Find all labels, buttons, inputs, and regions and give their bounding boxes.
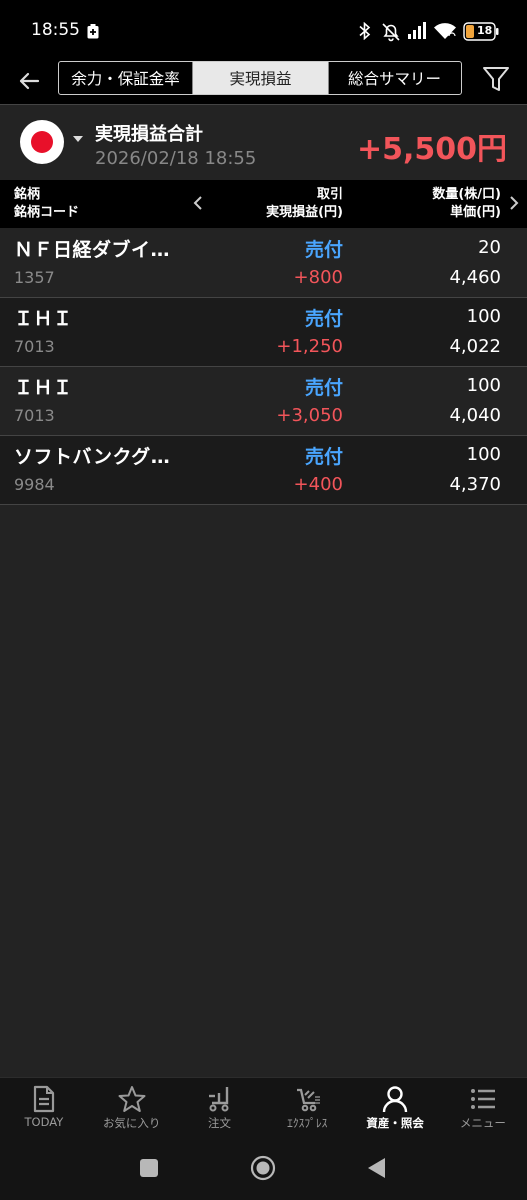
japan-flag-icon[interactable] xyxy=(20,120,64,164)
silent-icon xyxy=(382,23,400,42)
stock-code: 1357 xyxy=(14,268,55,287)
column-qty: 数量(株/口) xyxy=(432,187,501,202)
summary-title: 実現損益合計 xyxy=(95,124,203,145)
chevron-left-icon[interactable] xyxy=(193,196,203,210)
segmented-tabs: 余力・保証金率 実現損益 総合サマリー xyxy=(58,61,462,95)
nav-express[interactable]: ｴｸｽﾌﾟﾚｽ xyxy=(263,1078,351,1138)
tab-realized-pl[interactable]: 実現損益 xyxy=(192,62,328,94)
nav-order[interactable]: 注文 xyxy=(176,1078,264,1138)
wifi-icon xyxy=(434,23,456,39)
unit-price: 4,022 xyxy=(449,336,501,357)
unit-price: 4,460 xyxy=(449,267,501,288)
quantity: 20 xyxy=(478,237,501,258)
back-icon[interactable] xyxy=(364,1155,390,1181)
battery-saver-icon xyxy=(87,24,99,39)
bluetooth-icon xyxy=(359,22,371,40)
signal-icon xyxy=(408,22,426,39)
realized-pl: +400 xyxy=(293,474,343,495)
nav-label: 注文 xyxy=(207,1116,231,1130)
column-unit-price: 単価(円) xyxy=(450,205,501,220)
column-stock-label: 銘柄 銘柄コード xyxy=(14,186,79,222)
stock-name: ＮＦ日経ダブイ… xyxy=(14,239,171,261)
trade-type: 売付 xyxy=(304,446,343,468)
home-icon[interactable] xyxy=(250,1155,276,1181)
nav-menu[interactable]: メニュー xyxy=(439,1078,527,1138)
stock-code: 7013 xyxy=(14,337,55,356)
nav-assets[interactable]: 資産・照会 xyxy=(351,1078,439,1138)
stock-code: 7013 xyxy=(14,406,55,425)
system-nav-bar xyxy=(0,1137,527,1200)
summary-date: 2026/02/18 18:55 xyxy=(95,148,257,169)
nav-favorites[interactable]: お気に入り xyxy=(88,1078,176,1138)
quantity: 100 xyxy=(466,306,501,327)
chevron-down-icon[interactable] xyxy=(73,136,83,142)
quantity: 100 xyxy=(466,375,501,396)
realized-pl: +1,250 xyxy=(276,336,343,357)
unit-price: 4,040 xyxy=(449,405,501,426)
nav-label: メニュー xyxy=(459,1116,506,1130)
back-arrow-icon[interactable] xyxy=(14,66,44,96)
table-row[interactable]: ＩＨＩ 7013 売付 +1,250 100 4,022 xyxy=(0,298,527,366)
stock-name: ソフトバンクグ… xyxy=(14,446,171,468)
table-row[interactable]: ソフトバンクグ… 9984 売付 +400 100 4,370 xyxy=(0,436,527,504)
summary-total: +5,500円 xyxy=(356,132,507,167)
quantity: 100 xyxy=(466,444,501,465)
column-realized-pl: 実現損益(円) xyxy=(266,205,343,220)
status-bar: 18:55 18 xyxy=(0,0,527,60)
nav-label: お気に入り xyxy=(102,1116,161,1130)
status-time: 18:55 xyxy=(31,20,80,40)
trade-type: 売付 xyxy=(304,239,343,261)
app-header: 余力・保証金率 実現損益 総合サマリー xyxy=(0,60,527,104)
column-qty-label: 数量(株/口) 単価(円) xyxy=(432,186,501,222)
trade-type: 売付 xyxy=(304,377,343,399)
express-cart-icon xyxy=(297,1088,321,1112)
filter-icon[interactable] xyxy=(481,64,511,94)
stock-name: ＩＨＩ xyxy=(14,377,73,399)
tab-summary[interactable]: 総合サマリー xyxy=(328,62,460,94)
battery-level: 18 xyxy=(477,24,493,37)
today-icon xyxy=(33,1085,54,1113)
menu-icon xyxy=(470,1089,495,1109)
table-row[interactable]: ＮＦ日経ダブイ… 1357 売付 +800 20 4,460 xyxy=(0,229,527,297)
nav-label: TODAY xyxy=(24,1115,64,1129)
divider xyxy=(0,104,527,105)
chevron-right-icon[interactable] xyxy=(509,196,519,210)
trade-type: 売付 xyxy=(304,308,343,330)
tab-margin-rate[interactable]: 余力・保証金率 xyxy=(59,62,192,94)
column-trade: 取引 xyxy=(316,187,343,202)
bottom-nav: TODAY お気に入り 注文 ｴｸｽﾌﾟﾚｽ 資産・照会 メニュー xyxy=(0,1077,527,1137)
realized-pl-summary: 実現損益合計 2026/02/18 18:55 +5,500円 xyxy=(0,106,527,180)
column-stock-name: 銘柄 xyxy=(14,187,41,202)
recents-icon[interactable] xyxy=(136,1155,162,1181)
nav-label: 資産・照会 xyxy=(366,1116,424,1130)
person-icon xyxy=(382,1086,408,1113)
realized-pl: +800 xyxy=(293,267,343,288)
order-cart-icon xyxy=(209,1087,229,1112)
stock-name: ＩＨＩ xyxy=(14,308,73,330)
row-divider xyxy=(0,504,527,505)
nav-today[interactable]: TODAY xyxy=(0,1078,88,1138)
column-header: 銘柄 銘柄コード 取引 実現損益(円) 数量(株/口) 単価(円) xyxy=(0,180,527,228)
star-icon xyxy=(118,1086,146,1112)
stock-code: 9984 xyxy=(14,475,55,494)
column-trade-label: 取引 実現損益(円) xyxy=(266,186,343,222)
nav-label: ｴｸｽﾌﾟﾚｽ xyxy=(287,1116,328,1130)
realized-pl: +3,050 xyxy=(276,405,343,426)
column-stock-code: 銘柄コード xyxy=(14,205,80,220)
table-row[interactable]: ＩＨＩ 7013 売付 +3,050 100 4,040 xyxy=(0,367,527,435)
unit-price: 4,370 xyxy=(449,474,501,495)
